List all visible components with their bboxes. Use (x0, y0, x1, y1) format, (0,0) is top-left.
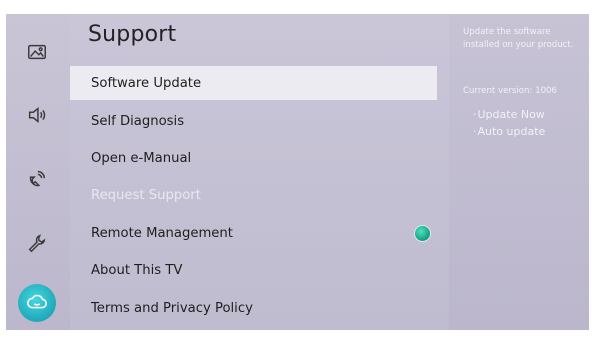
menu-item-label: Software Update (91, 75, 202, 91)
menu-item-label: Terms and Privacy Policy (91, 300, 253, 316)
category-rail (6, 14, 70, 330)
menu-item-label: Open e-Manual (91, 150, 192, 166)
bottom-border (0, 330, 599, 341)
remote-management-toggle[interactable] (415, 226, 430, 241)
menu-item-remote-management[interactable]: Remote Management (70, 216, 449, 250)
broadcasting-icon (29, 170, 46, 187)
sound-icon (28, 107, 46, 123)
menu-title: Support (88, 22, 177, 47)
menu-item-label: About This TV (91, 262, 183, 278)
menu-item-about-this-tv[interactable]: About This TV (70, 253, 449, 287)
menu-item-label: Remote Management (91, 225, 233, 241)
menu-item-label: Self Diagnosis (91, 113, 185, 129)
option-update-now: Update Now (473, 106, 545, 123)
rail-item-broadcasting[interactable] (20, 162, 54, 196)
general-icon (28, 234, 46, 253)
menu-item-request-support: Request Support (70, 178, 449, 212)
info-panel: Update the software installed on your pr… (449, 14, 589, 330)
menu-item-self-diagnosis[interactable]: Self Diagnosis (70, 104, 449, 138)
picture-icon (28, 44, 46, 60)
support-icon (27, 294, 47, 309)
update-options-list: Update Now Auto update (473, 106, 546, 140)
menu-item-software-update[interactable]: Software Update (70, 66, 437, 100)
menu-item-label: Request Support (91, 187, 201, 203)
menu-item-terms-privacy[interactable]: Terms and Privacy Policy (70, 291, 449, 325)
rail-item-general[interactable] (20, 226, 54, 260)
rail-item-support[interactable] (18, 284, 56, 322)
current-version: Current version: 1006 (463, 86, 557, 96)
rail-item-sound[interactable] (20, 98, 54, 132)
rail-item-picture[interactable] (20, 35, 54, 69)
info-description: Update the software installed on your pr… (463, 27, 574, 50)
tv-settings-screen: Support Software Update Self Diagnosis O… (0, 0, 599, 341)
support-menu: Support Software Update Self Diagnosis O… (70, 14, 449, 330)
menu-item-open-e-manual[interactable]: Open e-Manual (70, 141, 449, 175)
option-auto-update: Auto update (473, 123, 546, 140)
